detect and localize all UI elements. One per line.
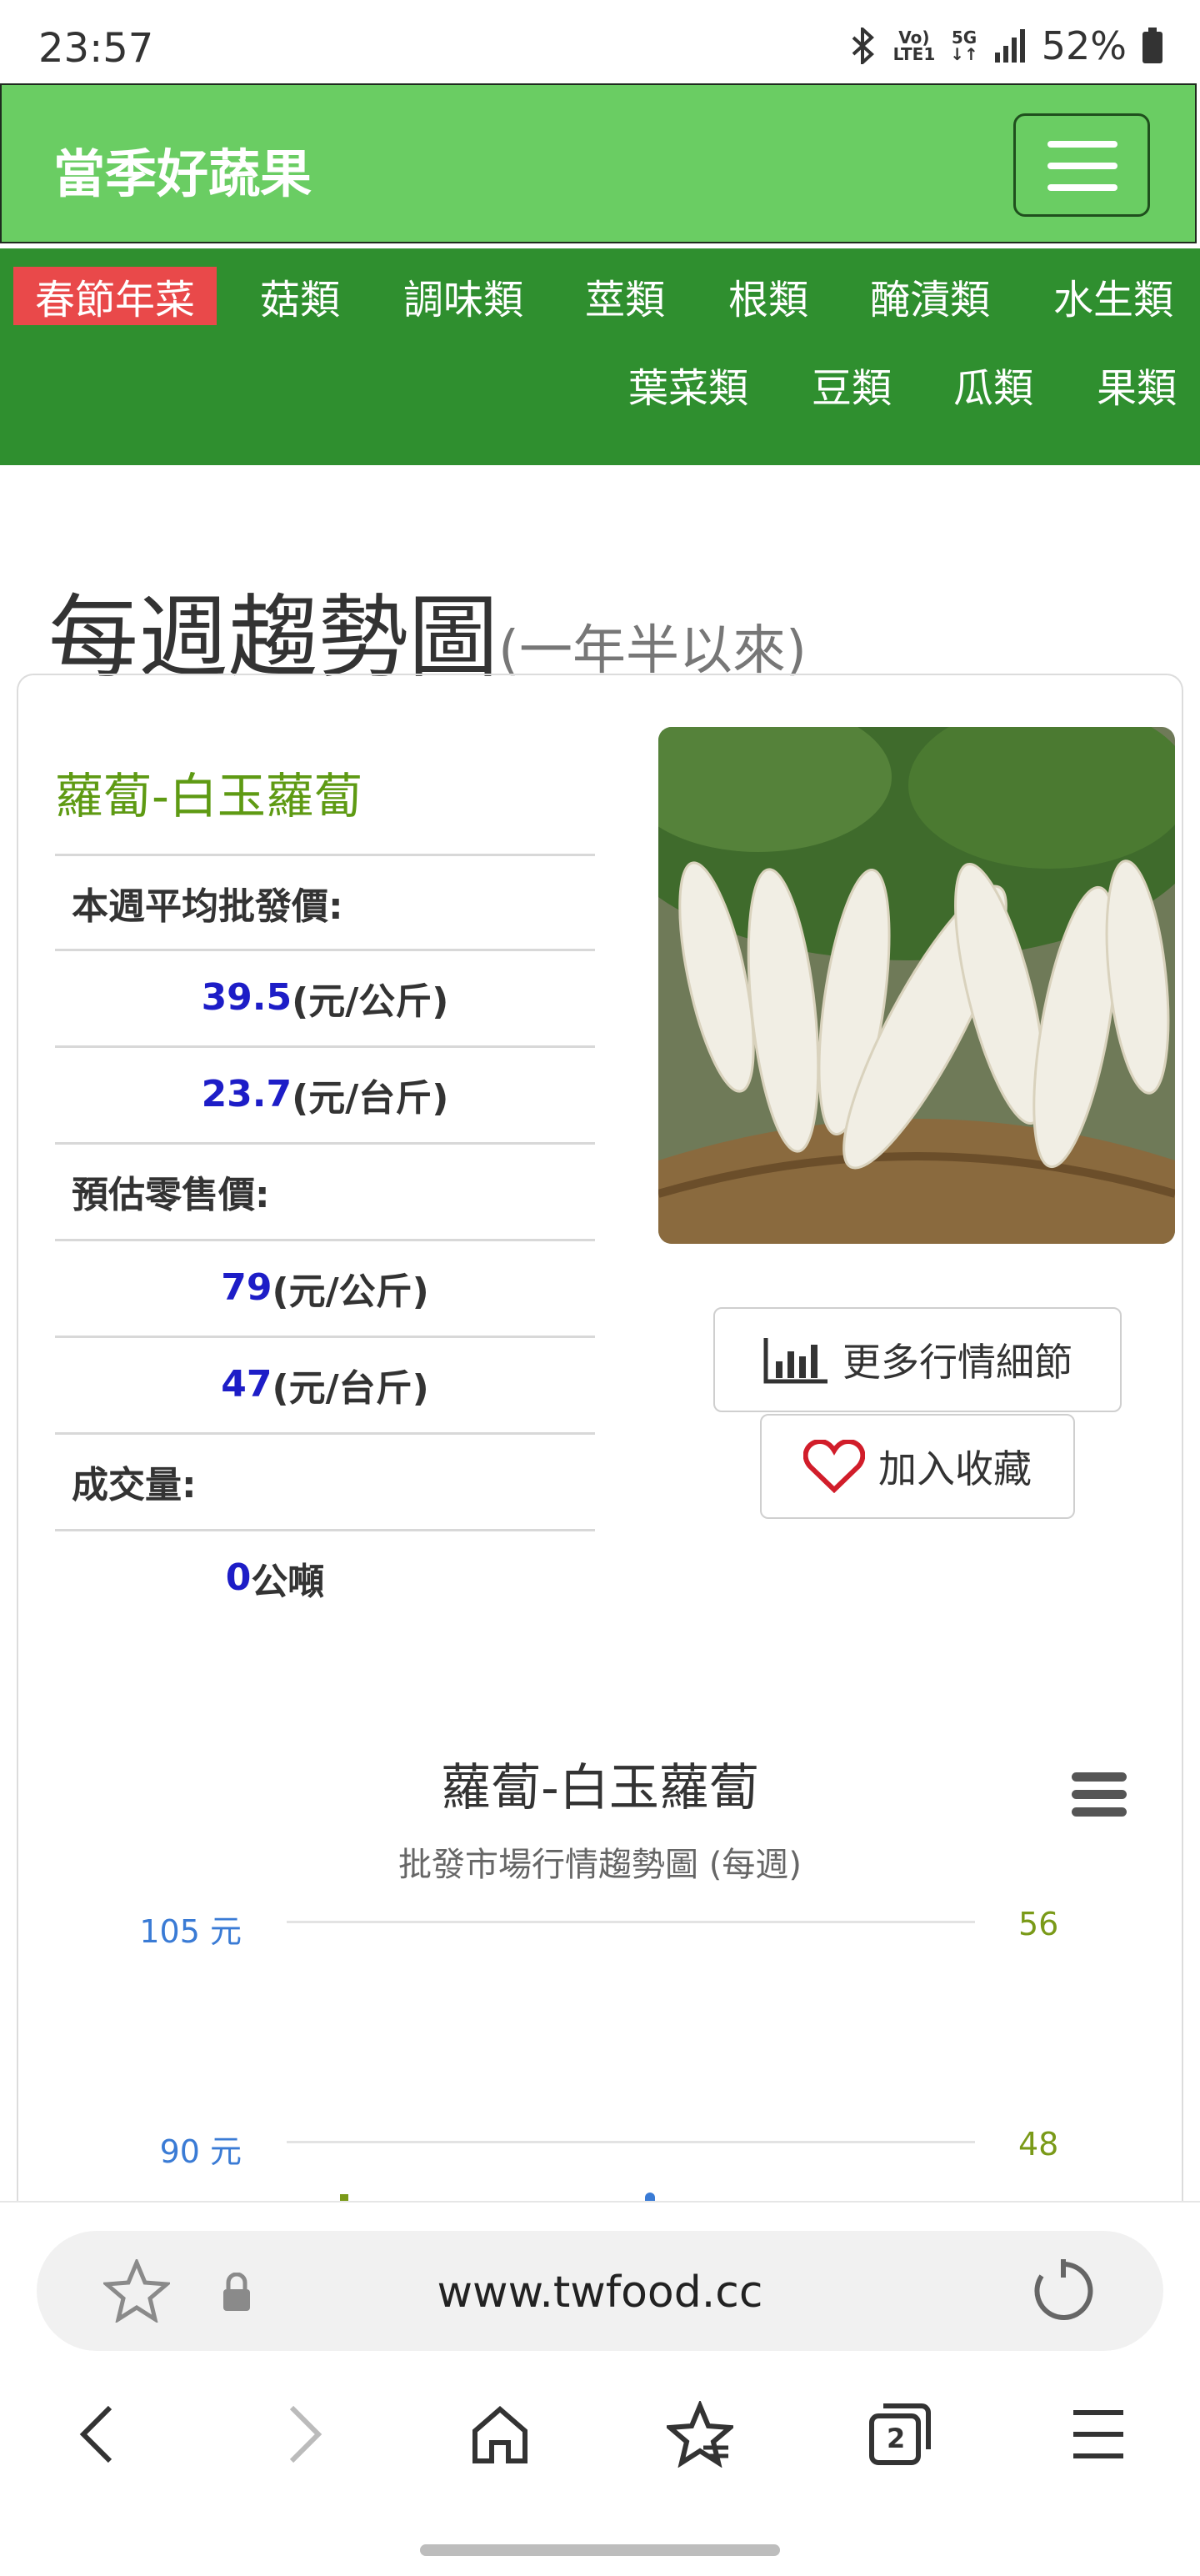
chart-title: 蘿蔔-白玉蘿蔔 [441,1759,759,1817]
retail-label: 預估零售價: [55,1142,595,1237]
network-indicator: Vo) LTE1 [892,28,936,64]
retail-price-taijin: 47 (元/台斤) [55,1336,595,1431]
category-melon[interactable]: 瓜類 [953,355,1033,413]
bluetooth-icon [852,28,874,64]
tabs-button[interactable]: 2 [867,2401,933,2468]
retail-price-kg: 79 (元/公斤) [55,1239,595,1334]
status-time: 23:57 [38,25,154,72]
category-chunjie[interactable]: 春節年菜 [13,267,218,325]
more-details-button[interactable]: 更多行情細節 [713,1307,1122,1412]
5g-indicator: 5G ↓↑ [950,28,978,64]
category-stem[interactable]: 莖類 [585,267,665,325]
bar-chart-icon [763,1338,828,1384]
home-icon[interactable] [467,2401,533,2468]
product-name[interactable]: 蘿蔔-白玉蘿蔔 [55,757,362,827]
heart-icon [803,1440,865,1493]
forward-icon[interactable] [270,2401,337,2468]
category-leafy[interactable]: 葉菜類 [628,355,748,413]
site-header: 當季好蔬果 [0,83,1197,243]
product-image [658,727,1175,1244]
category-nav: 春節年菜 菇類 調味類 莖類 根類 醃漬類 水生類 葉菜類 豆類 瓜類 果類 [0,248,1200,465]
chart-subtitle: 批發市場行情趨勢圖 (每週) [398,1846,802,1884]
gridline-top [287,1921,975,1923]
volume-label: 成交量: [55,1432,595,1527]
wholesale-price-kg: 39.5 (元/公斤) [55,949,595,1044]
category-fruit[interactable]: 果類 [1097,355,1177,413]
add-favorite-button[interactable]: 加入收藏 [760,1414,1075,1519]
battery-percent: 52% [1041,23,1127,68]
volume-value: 0 公噸 [55,1529,595,1624]
hamburger-menu-button[interactable] [1013,113,1150,217]
wholesale-price-taijin: 23.7 (元/台斤) [55,1045,595,1140]
chart-menu-button[interactable] [1072,1772,1127,1825]
bookmarks-icon[interactable] [667,2401,733,2468]
left-axis-tick-2: 90 元 [159,2133,242,2170]
category-seasoning[interactable]: 調味類 [403,267,523,325]
category-bean[interactable]: 豆類 [812,355,892,413]
section-subtitle: (一年半以來) [498,620,807,682]
reload-icon[interactable] [1030,2258,1097,2324]
tabs-count: 2 [887,2423,906,2454]
site-brand[interactable]: 當季好蔬果 [53,132,312,207]
signal-icon [994,29,1025,63]
home-indicator[interactable] [420,2544,780,2556]
left-axis-tick-1: 105 元 [139,1913,242,1950]
wholesale-label: 本週平均批發價: [55,854,595,949]
category-pickled[interactable]: 醃漬類 [870,267,990,325]
back-icon[interactable] [65,2401,132,2468]
category-root[interactable]: 根類 [728,267,808,325]
right-axis-tick-2: 48 [1018,2126,1059,2163]
category-mushroom[interactable]: 菇類 [260,267,340,325]
category-aquatic[interactable]: 水生類 [1053,267,1173,325]
menu-icon[interactable] [1065,2401,1132,2468]
status-icons: Vo) LTE1 5G ↓↑ 52% [848,23,1163,68]
more-details-label: 更多行情細節 [842,1340,1072,1385]
url-text[interactable]: www.twfood.cc [0,2268,1200,2318]
add-favorite-label: 加入收藏 [878,1446,1032,1491]
status-bar: 23:57 Vo) LTE1 5G ↓↑ 52% [0,0,1200,83]
right-axis-tick-1: 56 [1018,1906,1059,1942]
gridline-mid [287,2141,975,2143]
battery-icon [1142,28,1162,63]
